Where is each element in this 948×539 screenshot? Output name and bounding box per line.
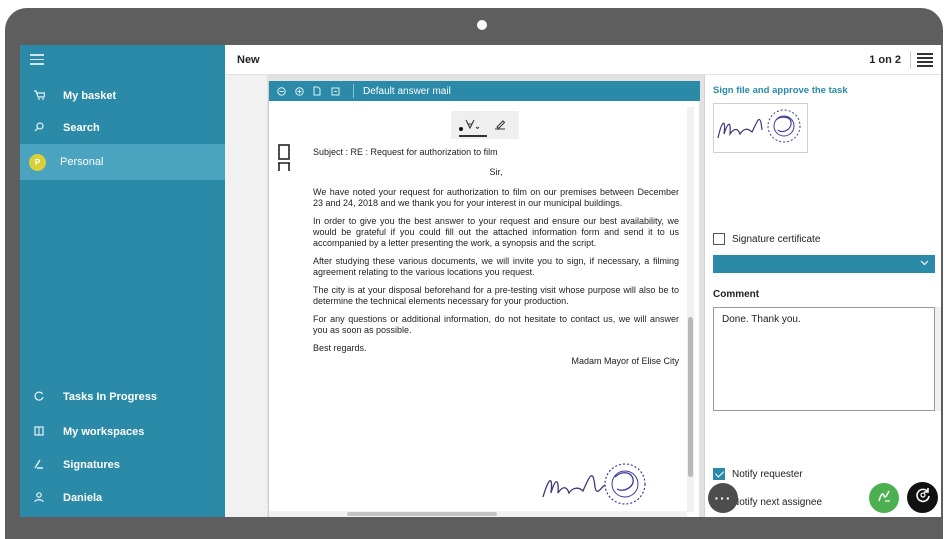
signature-preview[interactable] bbox=[713, 103, 808, 153]
chevron-down-icon bbox=[920, 258, 929, 268]
page-icon[interactable] bbox=[311, 85, 323, 97]
signature-icon bbox=[30, 459, 48, 472]
sidebar-item-my-basket[interactable]: My basket bbox=[20, 81, 225, 111]
comment-label: Comment bbox=[713, 289, 760, 300]
more-options-button[interactable]: ··· bbox=[708, 483, 738, 513]
viewer-toolbar: Default answer mail bbox=[269, 81, 700, 101]
refresh-icon bbox=[914, 486, 932, 509]
avatar: P bbox=[29, 153, 46, 171]
notify-requester-checkbox[interactable]: Notify requester bbox=[713, 468, 803, 480]
fit-page-icon[interactable] bbox=[329, 85, 341, 97]
sidebar-item-label: Tasks In Progress bbox=[63, 391, 157, 403]
sidebar-item-label: Signatures bbox=[63, 459, 120, 471]
workspaces-icon bbox=[30, 425, 48, 439]
refresh-button[interactable] bbox=[907, 482, 938, 513]
toolbar-divider bbox=[353, 84, 354, 98]
signing-panel: Sign file and approve the task Signature… bbox=[704, 75, 941, 517]
comment-scrollbar[interactable] bbox=[935, 307, 941, 411]
search-icon bbox=[30, 121, 48, 135]
divider bbox=[910, 51, 911, 69]
checkbox-label: Notify next assignee bbox=[732, 496, 823, 508]
letter-paragraph: We have noted your request for authoriza… bbox=[313, 187, 679, 208]
selected-dot bbox=[459, 127, 463, 131]
sidebar-item-signatures[interactable]: Signatures bbox=[20, 450, 225, 480]
letter-paragraph: The city is at your disposal beforehand … bbox=[313, 285, 679, 306]
user-icon bbox=[30, 491, 48, 505]
letter-subject: Subject : RE : Request for authorization… bbox=[313, 147, 498, 157]
sidebar-item-label: My workspaces bbox=[63, 426, 145, 438]
stamp-tool-icon[interactable] bbox=[494, 118, 506, 133]
zoom-in-icon[interactable] bbox=[293, 85, 305, 97]
letter-body: Subject : RE : Request for authorization… bbox=[313, 147, 679, 374]
letter-signatory: Madam Mayor of Elise City bbox=[571, 356, 679, 366]
content-margin bbox=[225, 75, 267, 517]
document-thumbnail-icon[interactable] bbox=[277, 143, 291, 173]
checkbox-label: Signature certificate bbox=[732, 233, 821, 245]
document-viewer: Default answer mail Subject : RE : Reque… bbox=[268, 81, 700, 517]
sidebar-item-tasks-in-progress[interactable]: Tasks In Progress bbox=[20, 382, 225, 412]
top-bar: New 1 on 2 bbox=[225, 45, 941, 75]
certificate-select[interactable] bbox=[713, 255, 935, 273]
checkbox-box[interactable] bbox=[713, 233, 725, 245]
sidebar-item-label: My basket bbox=[63, 90, 117, 102]
basket-icon bbox=[30, 89, 48, 103]
sidebar-item-label: Search bbox=[63, 122, 100, 134]
sidebar-item-label: Personal bbox=[60, 156, 104, 168]
sidebar-item-my-workspaces[interactable]: My workspaces bbox=[20, 417, 225, 447]
annotation-tool-picker bbox=[451, 111, 519, 139]
panel-heading: Sign file and approve the task bbox=[713, 85, 848, 96]
letter-salutation: Sir, bbox=[489, 167, 503, 177]
vertical-scrollbar[interactable] bbox=[687, 107, 694, 512]
signature-certificate-checkbox[interactable]: Signature certificate bbox=[713, 233, 820, 245]
letter-paragraph: For any questions or additional informat… bbox=[313, 314, 679, 335]
app-screen: My basket Search P Personal Tasks In Pro… bbox=[20, 45, 941, 517]
list-view-icon[interactable] bbox=[917, 53, 933, 67]
comment-field[interactable]: Done. Thank you. bbox=[713, 307, 935, 411]
checkbox-box[interactable] bbox=[713, 468, 725, 480]
page-title: New bbox=[237, 54, 260, 66]
letter-paragraph: After studying these various documents, … bbox=[313, 256, 679, 277]
sidebar: My basket Search P Personal Tasks In Pro… bbox=[20, 45, 225, 517]
zoom-out-icon[interactable] bbox=[275, 85, 287, 97]
menu-icon[interactable] bbox=[30, 54, 44, 66]
viewer-title: Default answer mail bbox=[363, 85, 451, 97]
letter-paragraph: In order to give you the best answer to … bbox=[313, 216, 679, 248]
checkbox-label: Notify requester bbox=[732, 468, 803, 480]
pager-indicator: 1 on 2 bbox=[869, 54, 901, 66]
signature-tool-icon[interactable] bbox=[464, 118, 480, 133]
selected-underline bbox=[459, 135, 487, 137]
horizontal-scrollbar[interactable] bbox=[269, 511, 687, 517]
sidebar-item-personal[interactable]: P Personal bbox=[20, 144, 225, 180]
sign-pen-icon bbox=[876, 488, 892, 509]
sidebar-item-search[interactable]: Search bbox=[20, 113, 225, 143]
sidebar-item-daniela[interactable]: Daniela bbox=[20, 483, 225, 513]
tasks-icon bbox=[30, 391, 48, 404]
letter-closing: Best regards. bbox=[313, 343, 367, 353]
sidebar-item-label: Daniela bbox=[63, 492, 103, 504]
sign-button[interactable] bbox=[869, 483, 899, 513]
camera-dot bbox=[477, 20, 487, 30]
document-signature-stamp bbox=[539, 457, 649, 513]
